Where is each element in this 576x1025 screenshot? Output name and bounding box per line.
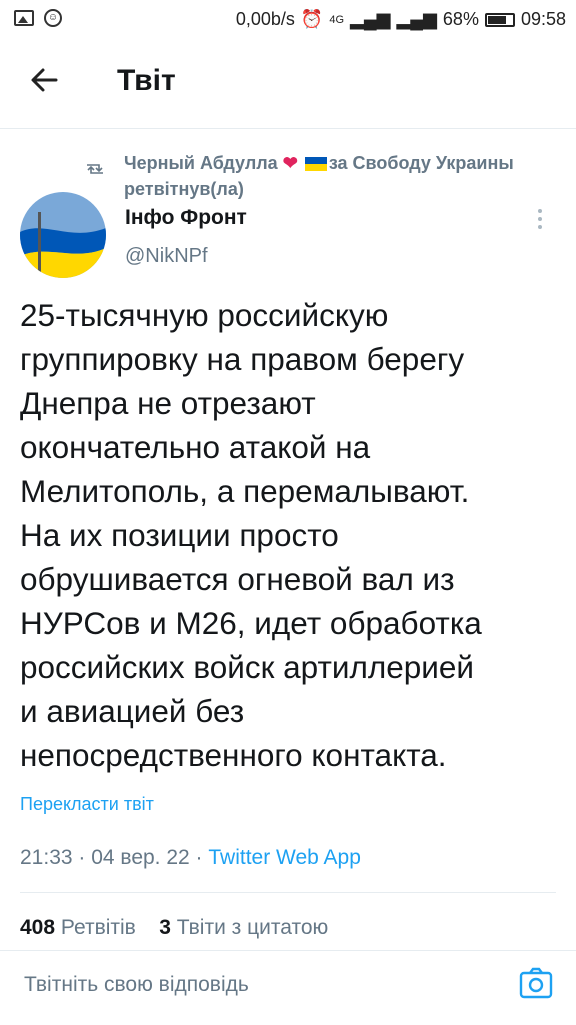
gallery-icon <box>14 10 34 26</box>
app-header: Твіт <box>0 40 576 129</box>
quotes-label: Твіти з цитатою <box>176 916 329 939</box>
retweet-text[interactable]: Черный Абдулла ❤ за Свободу Украины ретв… <box>124 150 574 202</box>
source-app-link[interactable]: Twitter Web App <box>208 846 361 869</box>
signal-icon: ▂▄▆ <box>350 9 391 29</box>
tweet-text: 25-тысячную российскую группировку на пр… <box>20 297 482 773</box>
camera-icon[interactable] <box>519 967 553 999</box>
status-bar: ☺ 0,00b/s ⏰ 4G ▂▄▆ ▂▄▆ 68% 09:58 <box>0 0 576 40</box>
arrow-left-icon[interactable] <box>26 62 66 102</box>
page-title: Твіт <box>117 64 176 97</box>
heart-icon: ❤ <box>282 153 298 173</box>
retweeter-name[interactable]: Черный Абдулла <box>124 153 278 173</box>
tweet-stats: 408 Ретвітів 3 Твіти з цитатою <box>20 916 328 940</box>
notification-icon: ☺ <box>44 9 62 27</box>
retweet-action: ретвітнув(ла) <box>124 179 244 199</box>
retweets-count: 408 <box>20 916 56 939</box>
network-speed: 0,00b/s <box>235 9 295 29</box>
avatar[interactable] <box>20 192 106 278</box>
divider <box>20 892 556 893</box>
retweets-stat[interactable]: 408 Ретвітів <box>20 916 136 939</box>
reply-input[interactable]: Твітніть свою відповідь <box>24 973 249 997</box>
author-handle[interactable]: @NikNPf <box>125 245 208 268</box>
tweet-timestamp: 21:33 · 04 вер. 22 · <box>20 846 209 869</box>
ukraine-flag-icon <box>304 157 327 172</box>
battery-percent: 68% <box>442 9 479 29</box>
network-type: 4G <box>329 13 345 26</box>
tweet-meta: 21:33 · 04 вер. 22 · Twitter Web App <box>20 846 361 870</box>
quotes-count: 3 <box>159 916 171 939</box>
alarm-icon: ⏰ <box>300 9 324 29</box>
translate-link[interactable]: Перекласти твіт <box>20 794 154 815</box>
clock: 09:58 <box>520 9 566 29</box>
retweeter-name-suffix[interactable]: за Свободу Украины <box>329 153 514 173</box>
more-options-icon[interactable] <box>534 206 546 234</box>
author-name[interactable]: Інфо Фронт <box>125 206 247 230</box>
battery-icon <box>484 12 515 27</box>
quotes-stat[interactable]: 3 Твіти з цитатою <box>159 916 328 939</box>
retweets-label: Ретвітів <box>60 916 136 939</box>
signal-icon-2: ▂▄▆ <box>396 9 437 29</box>
retweet-icon <box>84 160 106 184</box>
reply-bar: Твітніть свою відповідь <box>0 950 576 1025</box>
